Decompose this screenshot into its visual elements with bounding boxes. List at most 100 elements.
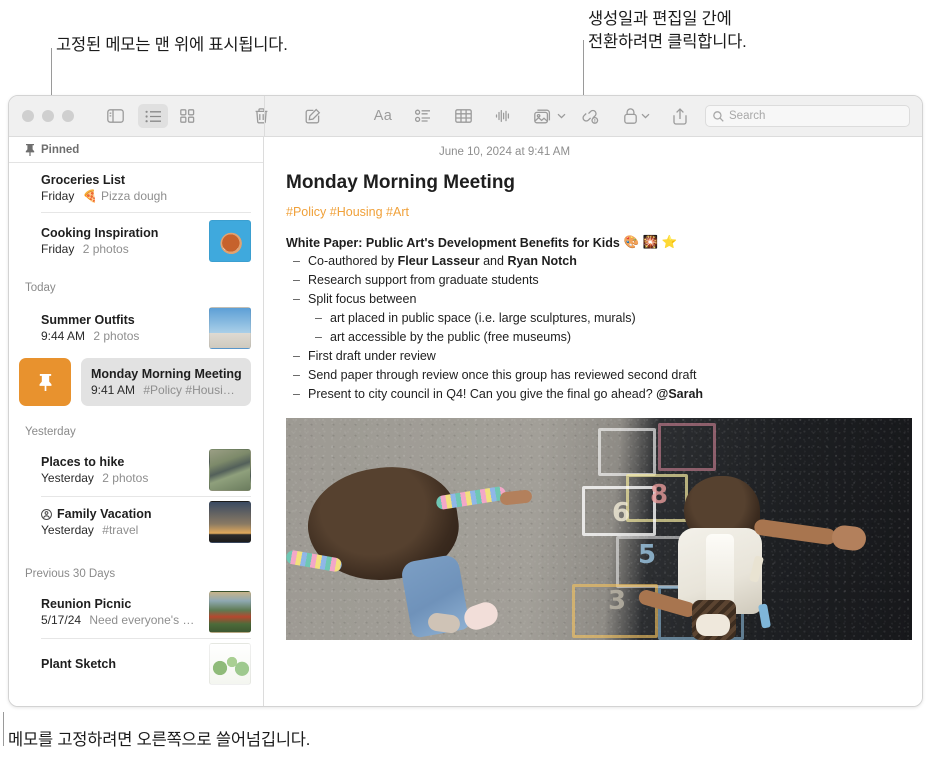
nested-bullet-list: art placed in public space (i.e. large s… [308, 310, 908, 345]
notes-list-sidebar[interactable]: Pinned Groceries List Friday 🍕 Pizza dou… [9, 137, 264, 706]
note-preview: 2 photos [82, 242, 129, 256]
page-title: Monday Morning Meeting [286, 172, 516, 193]
note-title: Family Vacation [41, 507, 201, 521]
pin-icon [39, 373, 51, 391]
bullet-item: Send paper through review once this grou… [286, 367, 908, 383]
table-icon[interactable] [448, 104, 478, 128]
list-item[interactable]: Summer Outfits 9:44 AM 2 photos [41, 300, 263, 356]
note-subtitle: Yesterday #travel [41, 523, 201, 537]
bullet-text: Present to city council in Q4! Can you g… [308, 387, 704, 401]
selected-note-card[interactable]: Monday Morning Meeting 9:41 AM #Policy #… [81, 358, 251, 406]
list-item[interactable]: Plant Sketch [41, 638, 263, 690]
bullet-text: Research support from graduate students [308, 273, 539, 287]
annotation-swipe-pin: 메모를 고정하려면 오른쪽으로 쓸어넘깁니다. [8, 731, 311, 749]
note-title: Monday Morning Meeting [91, 367, 241, 381]
search-input[interactable]: Search [705, 105, 910, 127]
collaborate-icon[interactable] [575, 104, 605, 128]
note-date-toggle[interactable]: June 10, 2024 at 9:41 AM [286, 137, 723, 158]
chalk-number: 6 [612, 498, 631, 528]
note-subheading: White Paper: Public Art's Development Be… [286, 235, 908, 250]
bullet-item: Co-authored by Fleur Lasseur and Ryan No… [286, 253, 908, 269]
editor-controls: Aa [298, 104, 570, 128]
note-date: 9:44 AM [41, 329, 86, 343]
note-date: Yesterday [41, 523, 94, 537]
grid-view-icon[interactable] [172, 104, 202, 128]
minimize-icon[interactable] [42, 110, 54, 122]
pinned-section-header: Pinned [9, 137, 263, 163]
bullet-item: First draft under review [286, 348, 908, 364]
note-text: Places to hike Yesterday 2 photos [41, 455, 201, 485]
note-text: Plant Sketch [41, 657, 201, 671]
pinned-label: Pinned [41, 143, 80, 156]
share-icon[interactable] [665, 104, 695, 128]
bullet-text: First draft under review [308, 349, 436, 363]
search-icon [713, 110, 724, 122]
note-date: 5/17/24 [41, 613, 82, 627]
note-photo[interactable]: 8 6 5 3 [286, 418, 912, 640]
child-right-shoe [696, 614, 730, 636]
note-thumbnail [209, 307, 251, 349]
list-item[interactable]: Reunion Picnic 5/17/24 Need everyone's u… [41, 586, 263, 638]
note-thumbnail [209, 591, 251, 633]
toolbar: Aa Search [9, 96, 922, 137]
list-view-icon[interactable] [138, 104, 168, 128]
note-thumbnail [209, 643, 251, 685]
list-item[interactable]: Cooking Inspiration Friday 2 photos [41, 212, 263, 270]
note-preview: #travel [102, 523, 139, 537]
group-label-previous-30-days: Previous 30 Days [25, 568, 116, 580]
note-date: Yesterday [41, 471, 94, 485]
zoom-icon[interactable] [62, 110, 74, 122]
checklist-icon[interactable] [408, 104, 438, 128]
window-controls[interactable] [9, 110, 74, 122]
view-controls [100, 104, 276, 128]
note-text: Cooking Inspiration Friday 2 photos [41, 226, 201, 256]
delete-icon[interactable] [246, 104, 276, 128]
note-detail-pane[interactable]: June 10, 2024 at 9:41 AM Monday Morning … [264, 137, 922, 706]
note-tags[interactable]: #Policy #Housing #Art [286, 205, 908, 219]
compose-icon[interactable] [298, 104, 328, 128]
note-subtitle: 5/17/24 Need everyone's u… [41, 613, 201, 627]
note-text: Summer Outfits 9:44 AM 2 photos [41, 313, 201, 343]
media-icon[interactable] [530, 104, 570, 128]
audio-waveform-icon[interactable] [488, 104, 518, 128]
list-item[interactable]: Family Vacation Yesterday #travel [41, 496, 263, 548]
note-subtitle: Yesterday 2 photos [41, 471, 201, 485]
bullet-text: Split focus between [308, 292, 417, 306]
note-text: Family Vacation Yesterday #travel [41, 507, 201, 537]
note-preview: 2 photos [93, 329, 140, 343]
close-icon[interactable] [22, 110, 34, 122]
child-right-vest [706, 534, 734, 606]
lock-icon[interactable] [617, 104, 657, 128]
pin-swipe-action-button[interactable] [19, 358, 71, 406]
annotation-leader-swipe [3, 712, 4, 746]
screenshot-root: 고정된 메모는 맨 위에 표시됩니다. 생성일과 편집일 간에 전환하려면 클릭… [0, 0, 931, 766]
list-item[interactable]: Groceries List Friday 🍕 Pizza dough [41, 163, 263, 212]
note-title: Groceries List [41, 172, 126, 187]
note-title: Cooking Inspiration [41, 226, 159, 240]
bullet-text: art placed in public space (i.e. large s… [330, 311, 636, 325]
note-subtitle: 9:41 AM #Policy #Housing… [91, 383, 241, 397]
chalk-number: 3 [608, 586, 627, 616]
note-title-text: Family Vacation [57, 507, 152, 521]
group-label-yesterday: Yesterday [25, 426, 76, 438]
note-tags: #Policy #Housing… [143, 383, 241, 397]
format-text-icon[interactable]: Aa [368, 104, 398, 128]
note-preview: Need everyone's u… [89, 613, 201, 627]
list-item[interactable]: Places to hike Yesterday 2 photos [41, 444, 263, 496]
annotation-pinned-top: 고정된 메모는 맨 위에 표시됩니다. [56, 36, 288, 54]
note-thumbnail [209, 501, 251, 543]
note-title: Places to hike [41, 455, 125, 469]
note-date: Friday [41, 188, 75, 203]
list-item-selected-swiped[interactable]: Monday Morning Meeting 9:41 AM #Policy #… [9, 356, 263, 408]
bullet-item: Present to city council in Q4! Can you g… [286, 386, 908, 402]
bullet-text: art accessible by the public (free museu… [330, 330, 572, 344]
sidebar-toggle-icon[interactable] [100, 104, 130, 128]
search-placeholder: Search [729, 110, 766, 122]
shared-note-icon [41, 508, 52, 520]
bullet-item: Research support from graduate students [286, 272, 908, 288]
note-text: Groceries List Friday 🍕 Pizza dough [41, 173, 251, 203]
bullet-text: Send paper through review once this grou… [308, 368, 697, 382]
chalk-number: 8 [650, 480, 669, 510]
note-emoji: 🍕 [82, 188, 98, 203]
note-date: Friday [41, 242, 75, 256]
